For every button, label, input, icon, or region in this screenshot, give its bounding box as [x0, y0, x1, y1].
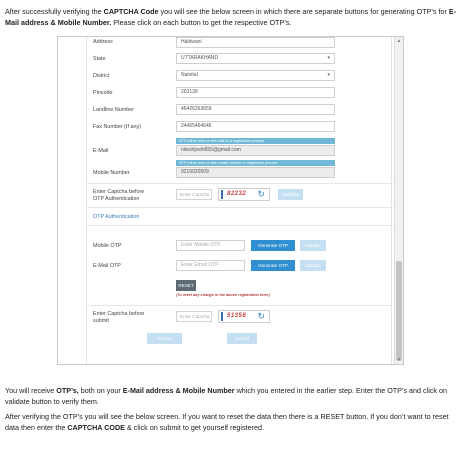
- divider: [87, 183, 393, 184]
- outro1-text-1: You will receive: [5, 386, 57, 395]
- outro1-text-2: both on your: [78, 386, 123, 395]
- outro1-bold-email-mobile: E-Mail address & Mobile Number: [122, 386, 235, 395]
- mobile-otp-label: Mobile OTP: [93, 243, 122, 249]
- generate-mobile-otp-button[interactable]: Generate OTP: [251, 240, 295, 251]
- captcha-otp-image: 82232 ↻: [218, 188, 270, 201]
- reset-button[interactable]: RESET: [176, 280, 196, 291]
- scroll-thumb[interactable]: [396, 261, 402, 361]
- intro-text-1: After successfully verifying the: [5, 7, 104, 16]
- outro1-bold-otps: OTP’s,: [56, 386, 79, 395]
- registration-form-screenshot: Address Haldwani State UTTARAKHAND Distr…: [57, 36, 404, 365]
- generate-email-otp-button[interactable]: Generate OTP: [251, 260, 295, 271]
- email-field[interactable]: niteshjoshi655@gmail.com: [176, 145, 335, 156]
- captcha-submit-input[interactable]: Enter Captcha: [176, 311, 212, 322]
- captcha-otp-validate-button[interactable]: Validate: [278, 189, 303, 200]
- state-value: UTTARAKHAND: [181, 55, 219, 61]
- captcha-submit-label: Enter Captcha before submit: [93, 311, 144, 325]
- state-label: State: [93, 56, 106, 62]
- captcha-submit-code: 51358: [227, 313, 247, 319]
- intro-text-3: Please click on each button to get the r…: [111, 18, 292, 27]
- district-value: Nainital: [181, 72, 198, 78]
- intro-bold-captcha: CAPTCHA Code: [103, 7, 159, 16]
- email-hint: OTP will be sent on this mail id in regi…: [176, 138, 335, 144]
- fax-label: Fax Number (If any): [93, 124, 141, 130]
- scroll-down-icon[interactable]: ▼: [396, 357, 402, 363]
- captcha-otp-code: 82232: [227, 191, 247, 197]
- mobile-label: Mobile Number: [93, 170, 130, 176]
- district-select[interactable]: Nainital: [176, 70, 335, 81]
- email-otp-label: E-Mail OTP: [93, 263, 121, 269]
- landline-label: Landline Number: [93, 107, 135, 113]
- captcha-submit-label-line1: Enter Captcha before: [93, 311, 145, 317]
- validate-email-otp-button[interactable]: Validate: [300, 260, 326, 271]
- captcha-submit-image: 51358 ↻: [218, 310, 270, 323]
- landline-field[interactable]: 46426263659: [176, 104, 335, 115]
- validate-mobile-otp-button[interactable]: Validate: [300, 240, 326, 251]
- captcha-bar: [221, 190, 223, 199]
- captcha-otp-label: Enter Captcha before OTP Authentication: [93, 189, 144, 203]
- email-label: E-Mail: [93, 148, 109, 154]
- form-panel: Address Haldwani State UTTARAKHAND Distr…: [86, 37, 393, 364]
- divider: [87, 225, 393, 226]
- pincode-field[interactable]: 263139: [176, 87, 335, 98]
- address-label: Address: [93, 39, 113, 45]
- reset-note: (To reset any change in the above regist…: [176, 293, 270, 297]
- mobile-hint: OTP will be sent on this mobile number i…: [176, 160, 335, 166]
- outro2-bold-captcha-code: CAPTCHA CODE: [67, 423, 125, 432]
- captcha-otp-label-line2: OTP Authentication: [93, 196, 140, 202]
- outro2-text-2: & click on submit to get yourself regist…: [124, 423, 265, 432]
- mobile-otp-input[interactable]: Enter Mobile OTP: [176, 240, 245, 251]
- intro-paragraph: After successfully verifying the CAPTCHA…: [5, 6, 457, 28]
- otp-section-title: OTP Authentication: [93, 214, 140, 220]
- cancel-button[interactable]: Cancel: [147, 333, 182, 344]
- captcha-otp-label-line1: Enter Captcha before: [93, 189, 145, 195]
- mobile-field[interactable]: 9210020509: [176, 167, 335, 178]
- scrollbar[interactable]: ▲ ▼: [394, 37, 403, 364]
- captcha-otp-input[interactable]: Enter Captcha: [176, 189, 212, 200]
- divider: [87, 207, 393, 208]
- refresh-icon[interactable]: ↻: [257, 189, 265, 200]
- address-field[interactable]: Haldwani: [176, 37, 335, 48]
- reset-instructions-paragraph: After verifying the OTP’s you will see t…: [5, 411, 457, 433]
- submit-button[interactable]: Submit: [227, 333, 257, 344]
- divider: [87, 305, 393, 306]
- intro-text-2: you will see the below screen in which t…: [158, 7, 449, 16]
- scroll-up-icon[interactable]: ▲: [396, 38, 402, 44]
- captcha-bar: [221, 312, 223, 321]
- captcha-submit-label-line2: submit: [93, 318, 109, 324]
- pincode-label: Pincode: [93, 90, 113, 96]
- district-label: District: [93, 73, 110, 79]
- state-select[interactable]: UTTARAKHAND: [176, 53, 335, 64]
- refresh-icon[interactable]: ↻: [257, 311, 265, 322]
- otp-instructions-paragraph: You will receive OTP’s, both on your E-M…: [5, 385, 457, 407]
- email-otp-input[interactable]: Enter Email OTP: [176, 260, 245, 271]
- fax-field[interactable]: 24465464646: [176, 121, 335, 132]
